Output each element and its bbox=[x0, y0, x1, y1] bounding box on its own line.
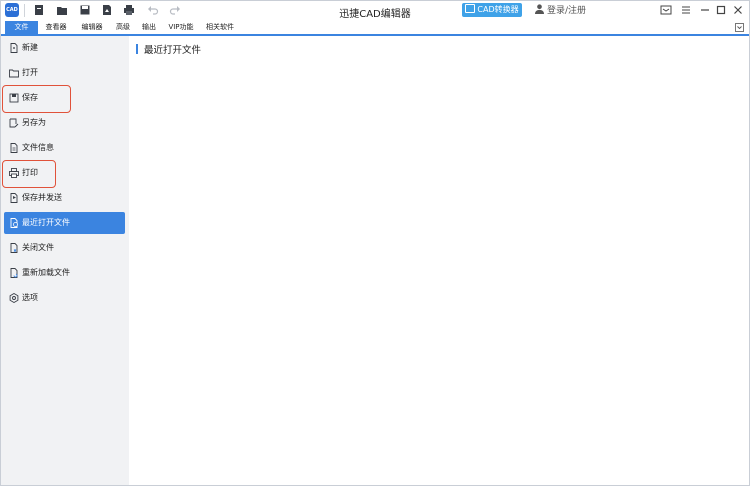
export-pdf-icon[interactable] bbox=[101, 4, 113, 16]
user-icon bbox=[535, 4, 544, 14]
minimize-icon[interactable] bbox=[698, 3, 712, 17]
close-file-icon bbox=[9, 243, 19, 253]
sidebar-item-label: 最近打开文件 bbox=[22, 218, 70, 227]
menu-icon[interactable] bbox=[679, 3, 693, 17]
sidebar-item-close-file[interactable]: 关闭文件 bbox=[4, 237, 125, 259]
tab-vip[interactable]: VIP功能 bbox=[166, 21, 196, 34]
redo-icon[interactable] bbox=[169, 4, 181, 16]
sidebar-item-new[interactable]: 新建 bbox=[4, 37, 125, 59]
save-send-icon bbox=[9, 193, 19, 203]
sidebar-item-label: 重新加载文件 bbox=[22, 268, 70, 277]
login-button[interactable]: 登录/注册 bbox=[535, 4, 586, 18]
tab-editor[interactable]: 编辑器 bbox=[78, 21, 106, 34]
sidebar-item-options[interactable]: 选项 bbox=[4, 287, 125, 309]
highlight-save bbox=[2, 85, 71, 113]
section-title: 最近打开文件 bbox=[144, 45, 202, 56]
sidebar-item-label: 保存并发送 bbox=[22, 193, 62, 202]
login-label: 登录/注册 bbox=[547, 6, 587, 16]
open-folder-icon[interactable] bbox=[56, 4, 68, 16]
undo-icon[interactable] bbox=[147, 4, 159, 16]
tab-output[interactable]: 输出 bbox=[139, 21, 159, 34]
sidebar-item-recent-files[interactable]: 最近打开文件 bbox=[4, 212, 125, 234]
save-icon[interactable] bbox=[79, 4, 91, 16]
sidebar-item-save-send[interactable]: 保存并发送 bbox=[4, 187, 125, 209]
reload-file-icon bbox=[9, 268, 19, 278]
sidebar-item-open[interactable]: 打开 bbox=[4, 62, 125, 84]
new-file-icon bbox=[9, 43, 19, 53]
sidebar-item-label: 打开 bbox=[22, 68, 38, 77]
sidebar-item-label: 选项 bbox=[22, 293, 38, 302]
window-title: 迅捷CAD编辑器 bbox=[339, 9, 411, 20]
section-accent-bar bbox=[136, 44, 138, 54]
open-folder-icon bbox=[9, 68, 19, 78]
quick-access-divider bbox=[24, 4, 25, 17]
title-bar: CAD 迅捷CAD编辑器 CAD转换器 登录/注册 bbox=[1, 1, 749, 21]
new-file-icon[interactable] bbox=[33, 4, 45, 16]
sidebar-item-save-as[interactable]: 另存为 bbox=[4, 112, 125, 134]
close-icon[interactable] bbox=[731, 3, 745, 17]
tab-advanced[interactable]: 高级 bbox=[113, 21, 133, 34]
tab-related-software[interactable]: 相关软件 bbox=[203, 21, 237, 34]
sidebar-item-reload-file[interactable]: 重新加载文件 bbox=[4, 262, 125, 284]
print-icon[interactable] bbox=[123, 4, 135, 16]
ribbon-collapse-icon[interactable] bbox=[735, 23, 744, 32]
options-gear-icon bbox=[9, 293, 19, 303]
feedback-icon[interactable] bbox=[659, 3, 673, 17]
file-menu-sidebar: 新建 打开 保存 另存为 文件信息 打印 保存并发送 最近打开文件 关闭文件 重… bbox=[1, 36, 129, 485]
sidebar-item-file-info[interactable]: 文件信息 bbox=[4, 137, 125, 159]
recent-files-icon bbox=[9, 218, 19, 228]
converter-icon bbox=[465, 4, 476, 13]
app-window: CAD 迅捷CAD编辑器 CAD转换器 登录/注册 文件 查看器 编辑器 高级 … bbox=[0, 0, 750, 486]
ribbon-menu-bar: 文件 查看器 编辑器 高级 输出 VIP功能 相关软件 bbox=[1, 21, 749, 36]
sidebar-item-label: 关闭文件 bbox=[22, 243, 54, 252]
save-as-icon bbox=[9, 118, 19, 128]
recent-files-panel: 最近打开文件 bbox=[129, 36, 749, 485]
sidebar-item-label: 文件信息 bbox=[22, 143, 54, 152]
tab-file[interactable]: 文件 bbox=[5, 21, 38, 34]
sidebar-item-label: 新建 bbox=[22, 43, 38, 52]
app-logo[interactable]: CAD bbox=[5, 3, 19, 17]
tab-viewer[interactable]: 查看器 bbox=[42, 21, 70, 34]
file-info-icon bbox=[9, 143, 19, 153]
highlight-print bbox=[2, 160, 56, 188]
sidebar-item-label: 另存为 bbox=[22, 118, 46, 127]
cad-converter-button[interactable]: CAD转换器 bbox=[462, 3, 522, 17]
cad-converter-label: CAD转换器 bbox=[477, 5, 519, 14]
maximize-icon[interactable] bbox=[714, 3, 728, 17]
